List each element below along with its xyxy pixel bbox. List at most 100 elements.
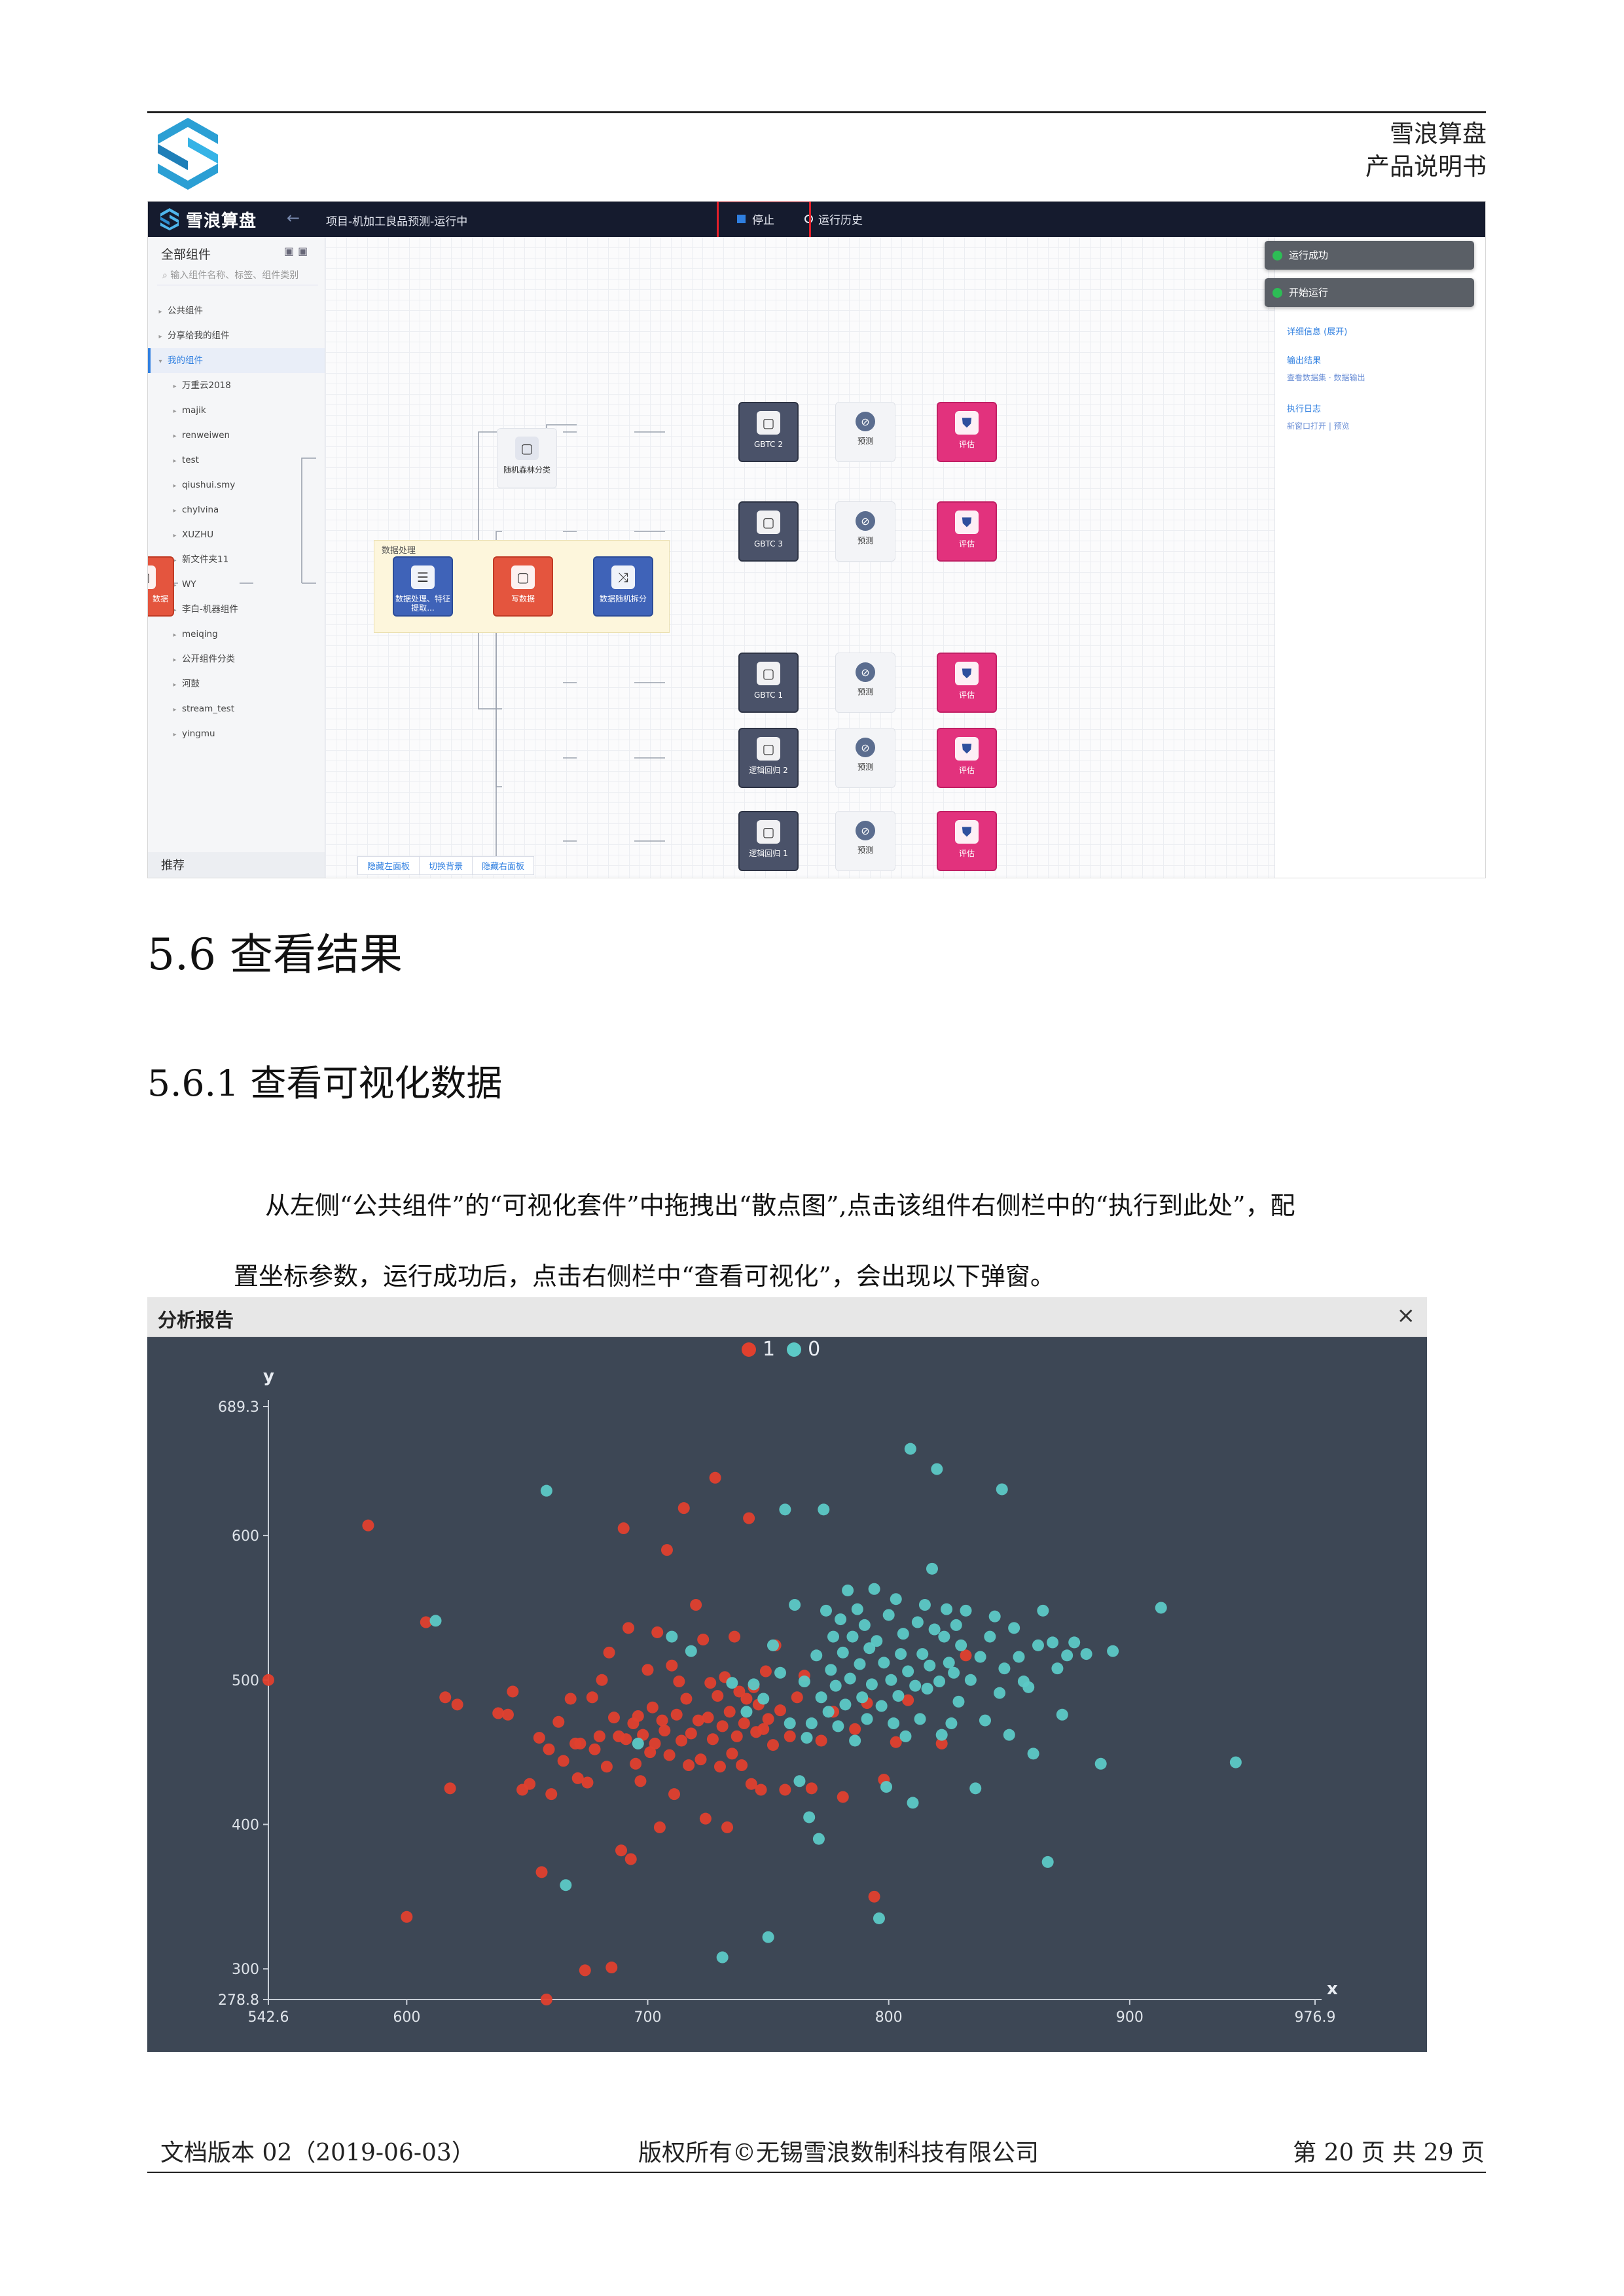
scatter-point-0	[921, 1683, 933, 1695]
scatter-point-0	[918, 1599, 931, 1611]
node-label: 预测	[857, 762, 873, 772]
node-label: 随机森林分类	[503, 465, 550, 475]
scatter-point-0	[837, 1646, 849, 1659]
scatter-point-0	[560, 1879, 572, 1892]
scatter-point-0	[716, 1951, 729, 1964]
scatter-point-1	[704, 1677, 717, 1689]
scatter-point-1	[656, 1714, 668, 1727]
scatter-point-0	[897, 1628, 909, 1640]
switch-background-tab[interactable]: 切换背景	[419, 856, 473, 875]
scatter-point-1	[596, 1674, 608, 1686]
node-data-source[interactable]: ▢ 数据	[148, 556, 174, 617]
node-label: 评估	[958, 849, 975, 858]
node-gbtc-3[interactable]: ▢ GBTC 3	[738, 501, 799, 562]
scatter-point-0	[933, 1676, 946, 1688]
scatter-point-0	[1008, 1622, 1020, 1634]
scatter-point-1	[673, 1676, 685, 1688]
output-link[interactable]: 查看数据集 · 数据输出	[1287, 372, 1365, 383]
node-predict[interactable]: ⊘ 预测	[835, 728, 895, 788]
scatter-point-0	[916, 1648, 929, 1660]
node-evaluate[interactable]: ⛊ 评估	[937, 728, 997, 788]
app-screenshot: 雪浪算盘 ← 项目-机加工良品预测-运行中 停止 运行历史 全部组件 ▣▣ ⌕ …	[147, 201, 1486, 878]
node-evaluate[interactable]: ⛊ 评估	[937, 811, 997, 871]
success-icon	[1272, 288, 1282, 298]
node-write-data[interactable]: ▢ 写数据	[493, 556, 553, 617]
scatter-point-0	[941, 1603, 953, 1615]
scatter-point-0	[540, 1484, 552, 1497]
compass-icon: ⊘	[856, 662, 875, 682]
node-feature-processing[interactable]: ☰ 数据处理、特征提取...	[393, 556, 453, 617]
scatter-point-0	[902, 1665, 914, 1677]
scatter-point-0	[835, 1613, 847, 1626]
node-random-forest[interactable]: ▢ 随机森林分类	[497, 428, 557, 488]
scatter-point-1	[680, 1693, 693, 1705]
scatter-point-1	[507, 1685, 519, 1698]
analysis-report-dialog: 分析报告 × 1 0 542.6 600 700 800 900 976.9 278.8 30…	[147, 1297, 1427, 2052]
scatter-point-0	[895, 1648, 907, 1660]
scatter-point-0	[938, 1630, 950, 1643]
scatter-point-1	[641, 1664, 654, 1676]
log-link[interactable]: 新窗口打开 | 预览	[1287, 420, 1350, 431]
scatter-point-0	[757, 1693, 770, 1705]
scatter-point-0	[632, 1737, 644, 1749]
node-predict[interactable]: ⊘ 预测	[835, 653, 895, 713]
node-gbtc-1[interactable]: ▢ GBTC 1	[738, 653, 799, 713]
hide-right-panel-tab[interactable]: 隐藏右面板	[472, 856, 535, 875]
node-predict[interactable]: ⊘ 预测	[835, 811, 895, 871]
scatter-point-1	[615, 1844, 628, 1857]
scatter-point-0	[969, 1782, 982, 1795]
scatter-point-1	[630, 1757, 642, 1770]
node-label: 预测	[857, 846, 873, 855]
node-evaluate[interactable]: ⛊ 评估	[937, 653, 997, 713]
node-label: 预测	[857, 687, 873, 696]
node-label: 评估	[958, 766, 975, 775]
node-logreg-2[interactable]: ▢ 逻辑回归 2	[738, 728, 799, 788]
header-doc-title: 产品说明书	[1365, 152, 1487, 181]
node-gbtc-2[interactable]: ▢ GBTC 2	[738, 402, 799, 462]
canvas-bottom-tabs: 隐藏左面板 切换背景 隐藏右面板	[357, 856, 535, 875]
scatter-point-1	[676, 1734, 688, 1747]
scatter-point-0	[955, 1639, 967, 1651]
node-logreg-1[interactable]: ▢ 逻辑回归 1	[738, 811, 799, 871]
node-predict[interactable]: ⊘ 预测	[835, 402, 895, 462]
scatter-point-1	[706, 1733, 719, 1746]
scatter-point-1	[540, 1994, 552, 2005]
node-random-split[interactable]: ⤨ 数据随机拆分	[593, 556, 653, 617]
scatter-point-0	[1068, 1636, 1081, 1649]
scatter-point-0	[943, 1657, 955, 1669]
scatter-point-1	[731, 1730, 743, 1742]
scatter-point-0	[1047, 1636, 1059, 1649]
scatter-point-1	[557, 1755, 569, 1767]
group-label: 数据处理	[382, 546, 416, 556]
shield-icon: ⛊	[955, 662, 979, 685]
scatter-point-0	[909, 1679, 922, 1692]
scatter-point-1	[600, 1761, 613, 1773]
node-evaluate[interactable]: ⛊ 评估	[937, 501, 997, 562]
node-evaluate[interactable]: ⛊ 评估	[937, 402, 997, 462]
scatter-point-1	[607, 1712, 620, 1724]
success-icon	[1272, 251, 1282, 260]
scatter-point-0	[890, 1593, 902, 1605]
hide-left-panel-tab[interactable]: 隐藏左面板	[357, 856, 420, 875]
node-predict[interactable]: ⊘ 预测	[835, 501, 895, 562]
scatter-point-0	[858, 1619, 871, 1631]
scatter-point-1	[713, 1761, 726, 1773]
scatter-point-1	[697, 1633, 710, 1645]
scatter-point-1	[660, 1544, 673, 1556]
scatter-point-1	[603, 1646, 615, 1659]
scatter-point-1	[723, 1706, 736, 1718]
scatter-point-0	[1032, 1639, 1044, 1651]
scatter-point-0	[873, 1912, 885, 1924]
scatter-point-1	[524, 1778, 536, 1790]
scatter-point-1	[736, 1759, 748, 1772]
cube-icon: ▢	[148, 565, 156, 589]
y-tick-label: 600	[232, 1528, 259, 1545]
node-label: GBTC 1	[754, 691, 783, 700]
scatter-point-1	[262, 1674, 274, 1686]
scatter-point-1	[815, 1734, 827, 1747]
compass-icon: ⊘	[856, 412, 875, 431]
scatter-point-0	[984, 1630, 996, 1643]
cube-icon: ▢	[757, 820, 780, 844]
scatter-point-1	[623, 1622, 635, 1634]
detail-toggle[interactable]: 详细信息 (展开)	[1287, 325, 1347, 337]
